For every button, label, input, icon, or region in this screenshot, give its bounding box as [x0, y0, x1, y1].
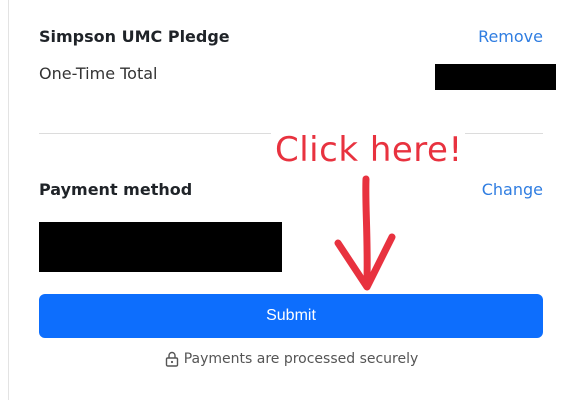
redacted-payment-card	[39, 222, 282, 272]
pledge-title: Simpson UMC Pledge	[39, 27, 230, 46]
left-border	[8, 0, 9, 400]
secure-payment-note: Payments are processed securely	[0, 351, 563, 367]
secure-text: Payments are processed securely	[183, 351, 419, 367]
lock-icon	[165, 351, 178, 367]
redacted-total-amount	[435, 64, 556, 90]
click-here-annotation: Click here!	[275, 130, 463, 170]
payment-method-label: Payment method	[39, 180, 193, 199]
one-time-total-label: One-Time Total	[39, 64, 158, 83]
divider	[39, 133, 271, 134]
divider	[465, 133, 543, 134]
submit-button[interactable]: Submit	[39, 294, 543, 338]
change-payment-link[interactable]: Change	[482, 180, 543, 199]
down-arrow-annotation-icon	[334, 175, 396, 291]
remove-link[interactable]: Remove	[478, 27, 543, 46]
